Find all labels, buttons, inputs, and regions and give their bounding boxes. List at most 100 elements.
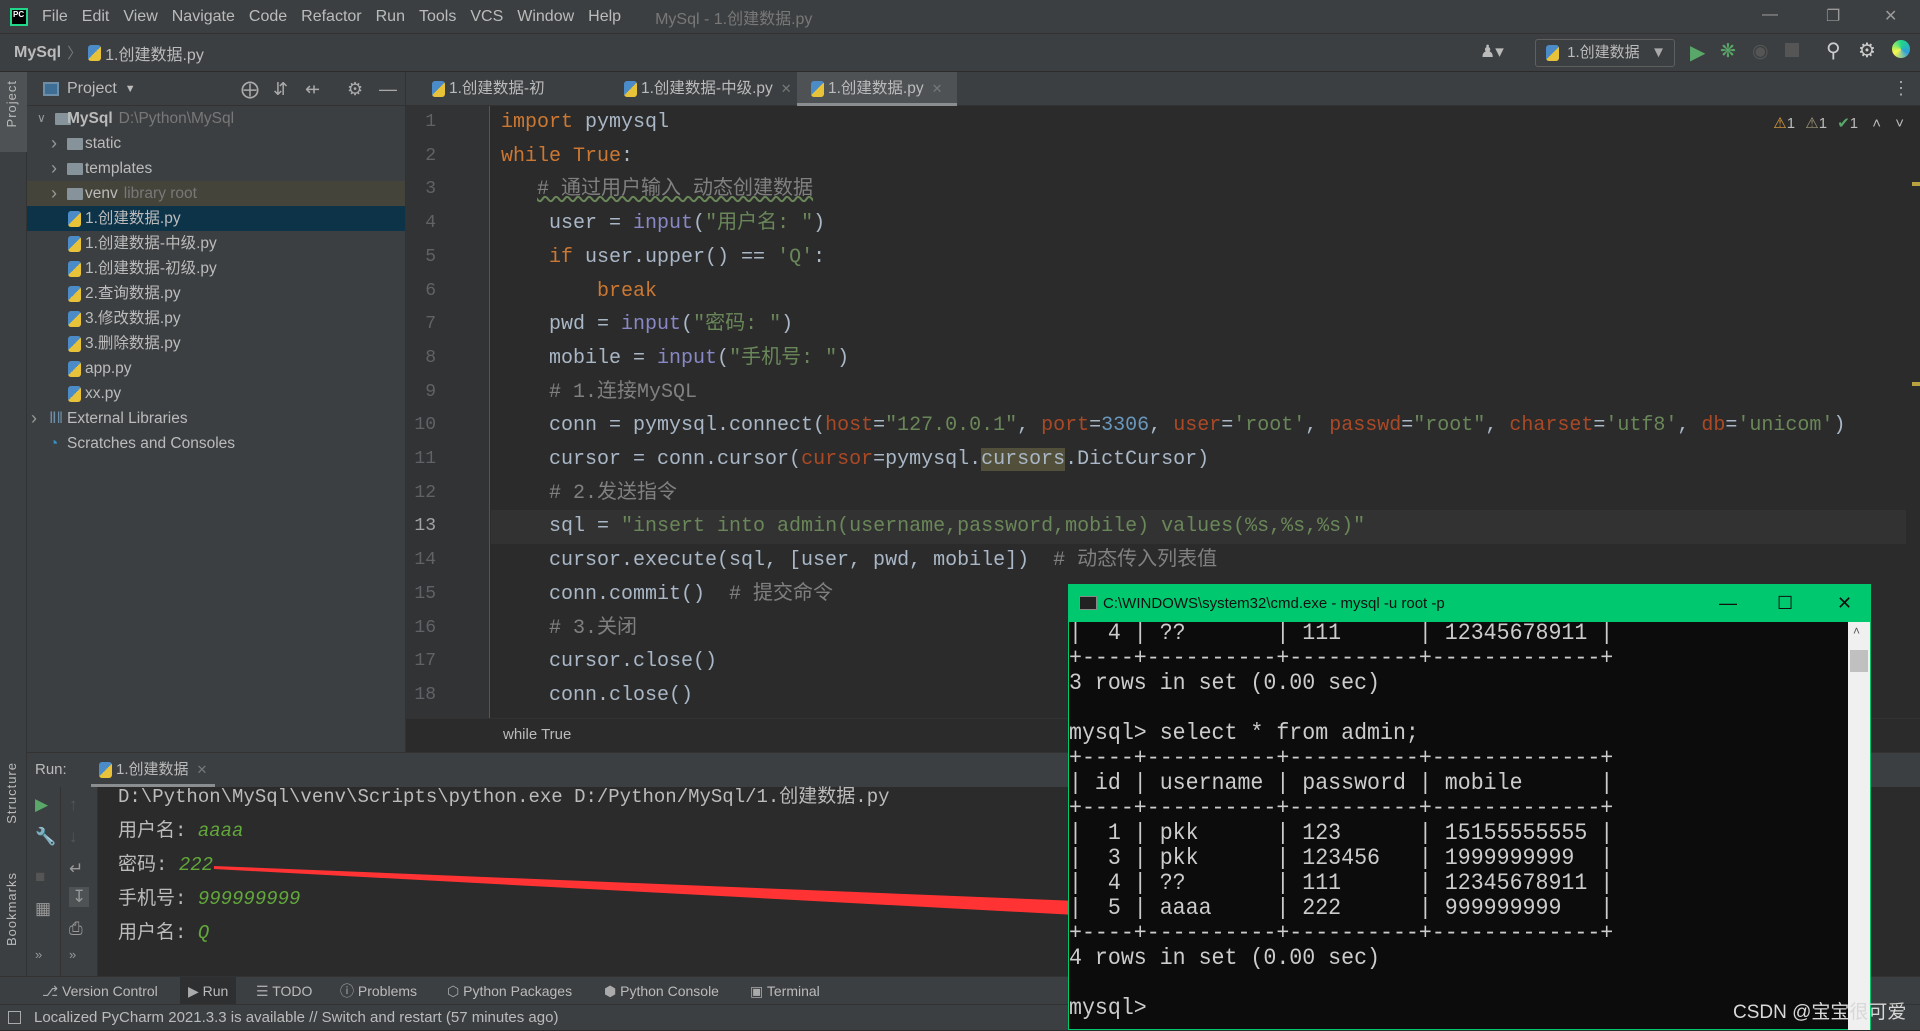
- project-view-selector[interactable]: Project: [67, 80, 117, 98]
- run-config-selector[interactable]: 1.创建数据 ▼: [1535, 39, 1675, 67]
- jetbrains-toolbox-icon[interactable]: [1892, 40, 1910, 58]
- up-arrow-icon[interactable]: ↑: [69, 795, 78, 815]
- code-line: # 3.关闭: [501, 612, 637, 646]
- gear-icon[interactable]: ⚙: [347, 79, 363, 100]
- tree-item[interactable]: 3.修改数据.py: [27, 306, 405, 331]
- cmd-line: 3 rows in set (0.00 sec): [1069, 671, 1381, 697]
- tab-file-basic[interactable]: 1.创建数据-初级.py✕: [418, 72, 598, 131]
- run-toolbar-primary: ▶ 🔧 ■ ▦ »: [27, 787, 61, 977]
- menu-refactor[interactable]: Refactor: [301, 8, 361, 25]
- search-icon[interactable]: ⚲: [1826, 38, 1841, 63]
- minimize-icon[interactable]: —: [1762, 6, 1778, 24]
- soft-wrap-icon[interactable]: ↵: [69, 859, 83, 879]
- maximize-icon[interactable]: ☐: [1777, 585, 1793, 622]
- tool-tab-run[interactable]: ▶ Run: [180, 977, 237, 1005]
- cmd-title-bar[interactable]: C:\WINDOWS\system32\cmd.exe - mysql -u r…: [1069, 585, 1870, 622]
- minimize-icon[interactable]: —: [1719, 585, 1737, 622]
- tree-item[interactable]: 1.创建数据-中级.py: [27, 231, 405, 256]
- previous-highlight-icon[interactable]: ˄: [1872, 115, 1881, 132]
- status-toggle-icon[interactable]: [8, 1011, 21, 1024]
- user-icon[interactable]: ♟▾: [1480, 42, 1504, 62]
- breadcrumb-file[interactable]: 1.创建数据.py: [105, 41, 204, 65]
- tree-item[interactable]: ∨ MySql D:\Python\MySql: [27, 106, 405, 131]
- close-tab-icon[interactable]: ✕: [781, 81, 792, 96]
- rerun-icon[interactable]: ▶: [35, 795, 48, 815]
- code-token: "手机号: ": [729, 346, 838, 370]
- run-icon[interactable]: ▶: [1690, 40, 1705, 65]
- layout-icon[interactable]: ▦: [35, 899, 51, 919]
- scroll-up-icon[interactable]: ˄: [1853, 624, 1860, 638]
- code-token: # 3.关闭: [549, 616, 638, 640]
- chevron-right-icon[interactable]: ›: [51, 131, 57, 156]
- chevron-right-icon[interactable]: ›: [31, 406, 37, 431]
- stop-icon[interactable]: ■: [35, 867, 45, 887]
- tree-item[interactable]: ◔ Scratches and Consoles: [27, 431, 405, 456]
- project-tool-button[interactable]: Project: [4, 80, 19, 127]
- expand-all-icon[interactable]: ⇵: [273, 79, 288, 100]
- debug-icon[interactable]: ❋: [1720, 40, 1736, 63]
- menu-run[interactable]: Run: [376, 8, 405, 25]
- menu-code[interactable]: Code: [249, 8, 287, 25]
- menu-edit[interactable]: Edit: [82, 8, 110, 25]
- chevron-down-icon[interactable]: ▼: [125, 83, 136, 95]
- cmd-scrollbar[interactable]: ˄: [1848, 622, 1870, 1030]
- tree-item[interactable]: 3.删除数据.py: [27, 331, 405, 356]
- menu-window[interactable]: Window: [517, 8, 574, 25]
- tab-file-intermediate[interactable]: 1.创建数据-中级.py ✕: [610, 72, 796, 106]
- scroll-to-end-icon[interactable]: ↧: [69, 887, 90, 907]
- tool-tab-terminal[interactable]: ▣ Terminal: [750, 977, 820, 1005]
- tree-item[interactable]: › static: [27, 131, 405, 156]
- bookmarks-tool-button[interactable]: Bookmarks: [4, 872, 19, 946]
- coverage-icon[interactable]: ◉: [1752, 40, 1769, 63]
- tree-item[interactable]: › venv library root: [27, 181, 405, 206]
- tree-item[interactable]: 2.查询数据.py: [27, 281, 405, 306]
- restore-icon[interactable]: ❐: [1826, 6, 1840, 26]
- more-icon[interactable]: »: [69, 947, 76, 962]
- locate-icon[interactable]: ⨁: [241, 79, 259, 100]
- tree-item[interactable]: › Ⅱ‖ External Libraries: [27, 406, 405, 431]
- tree-item[interactable]: 1.创建数据-初级.py: [27, 256, 405, 281]
- more-icon[interactable]: »: [35, 947, 42, 962]
- collapse-all-icon[interactable]: ⇷: [305, 79, 320, 100]
- tool-tab-version-control[interactable]: ⎇ Version Control: [42, 977, 158, 1005]
- code-token: =pymysql.: [873, 448, 982, 471]
- tool-tab-python-packages[interactable]: ⬡ Python Packages: [447, 977, 572, 1005]
- code-token: (: [693, 212, 706, 236]
- down-arrow-icon[interactable]: ↓: [69, 827, 78, 847]
- close-icon[interactable]: ✕: [1884, 6, 1897, 26]
- chevron-down-icon[interactable]: ∨: [37, 106, 46, 131]
- menu-file[interactable]: File: [42, 8, 68, 25]
- wrench-icon[interactable]: 🔧: [35, 827, 56, 847]
- scrollbar-thumb[interactable]: [1850, 650, 1868, 672]
- close-tab-icon[interactable]: ✕: [932, 81, 943, 96]
- tool-tab-python-console[interactable]: ⬢ Python Console: [604, 977, 719, 1005]
- print-icon[interactable]: ⎙: [69, 919, 83, 939]
- close-icon[interactable]: ✕: [1837, 585, 1852, 622]
- cmd-output[interactable]: | 4 | ?? | 111 | 12345678911 | +----+----…: [1069, 622, 1847, 1030]
- tree-item[interactable]: 1.创建数据.py: [27, 206, 405, 231]
- hide-icon[interactable]: —: [379, 79, 397, 100]
- tool-tab-problems[interactable]: ⓘ Problems: [340, 977, 417, 1005]
- tool-tab-todo[interactable]: ☰ TODO: [256, 977, 312, 1005]
- menu-tools[interactable]: Tools: [419, 8, 456, 25]
- more-options-icon[interactable]: ⋮: [1892, 78, 1910, 99]
- chevron-right-icon[interactable]: ›: [51, 156, 57, 181]
- code-token: 'utf8': [1605, 414, 1678, 438]
- breadcrumb-project[interactable]: MySql: [14, 44, 61, 62]
- gear-icon[interactable]: ⚙: [1858, 38, 1876, 63]
- inspection-widget[interactable]: ⚠1 ⚠1 ✔1 ˄ ˅: [1773, 114, 1904, 132]
- menu-navigate[interactable]: Navigate: [172, 8, 235, 25]
- next-highlight-icon[interactable]: ˅: [1895, 115, 1904, 132]
- menu-help[interactable]: Help: [588, 8, 621, 25]
- structure-tool-button[interactable]: Structure: [4, 762, 19, 824]
- chevron-right-icon[interactable]: ›: [51, 181, 57, 206]
- tab-file-active[interactable]: 1.创建数据.py ✕: [797, 72, 957, 106]
- menu-view[interactable]: View: [123, 8, 157, 25]
- menu-vcs[interactable]: VCS: [470, 8, 503, 25]
- tree-item[interactable]: › templates: [27, 156, 405, 181]
- tree-item[interactable]: app.py: [27, 356, 405, 381]
- status-message[interactable]: Localized PyCharm 2021.3.3 is available …: [34, 1009, 558, 1026]
- tree-item[interactable]: xx.py: [27, 381, 405, 406]
- close-tab-icon[interactable]: ✕: [197, 762, 208, 777]
- stop-icon[interactable]: [1785, 43, 1799, 57]
